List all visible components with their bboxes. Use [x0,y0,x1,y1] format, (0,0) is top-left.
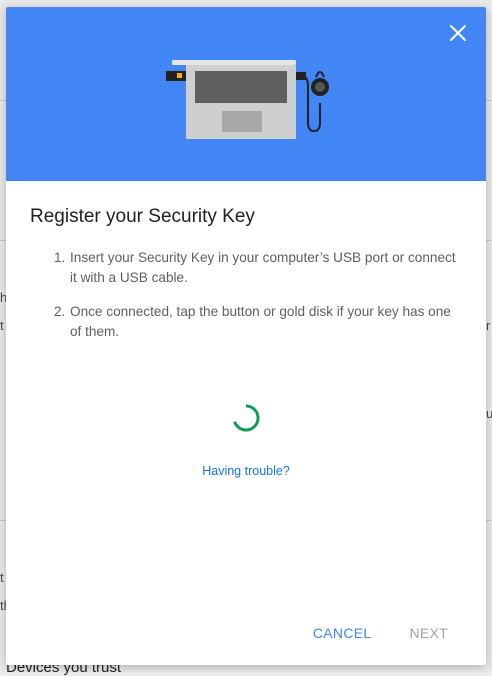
step-text: Once connected, tap the button or gold d… [70,304,451,339]
step-text: Insert your Security Key in your compute… [70,250,456,285]
close-icon[interactable] [446,21,470,45]
dialog-body: Register your Security Key 1. Insert you… [6,206,486,342]
having-trouble-link[interactable]: Having trouble? [6,464,486,478]
background-text-fragment: t [0,570,4,585]
security-key-dialog: Register your Security Key 1. Insert you… [6,7,486,665]
next-button[interactable]: NEXT [393,615,464,651]
instruction-step: 1. Insert your Security Key in your comp… [30,248,462,288]
step-number: 1. [54,250,66,265]
background-text-fragment: u [486,406,492,421]
loading-spinner-icon [233,404,260,432]
dialog-header [6,7,486,181]
laptop-security-key-illustration [166,60,329,139]
dialog-actions: CANCEL NEXT [297,615,486,665]
background-text-fragment: r [486,318,491,333]
step-number: 2. [54,304,66,319]
cancel-button[interactable]: CANCEL [297,615,388,651]
instruction-list: 1. Insert your Security Key in your comp… [30,248,462,342]
instruction-step: 2. Once connected, tap the button or gol… [30,302,462,342]
dialog-title: Register your Security Key [30,206,255,227]
background-text-fragment: t [0,318,4,333]
